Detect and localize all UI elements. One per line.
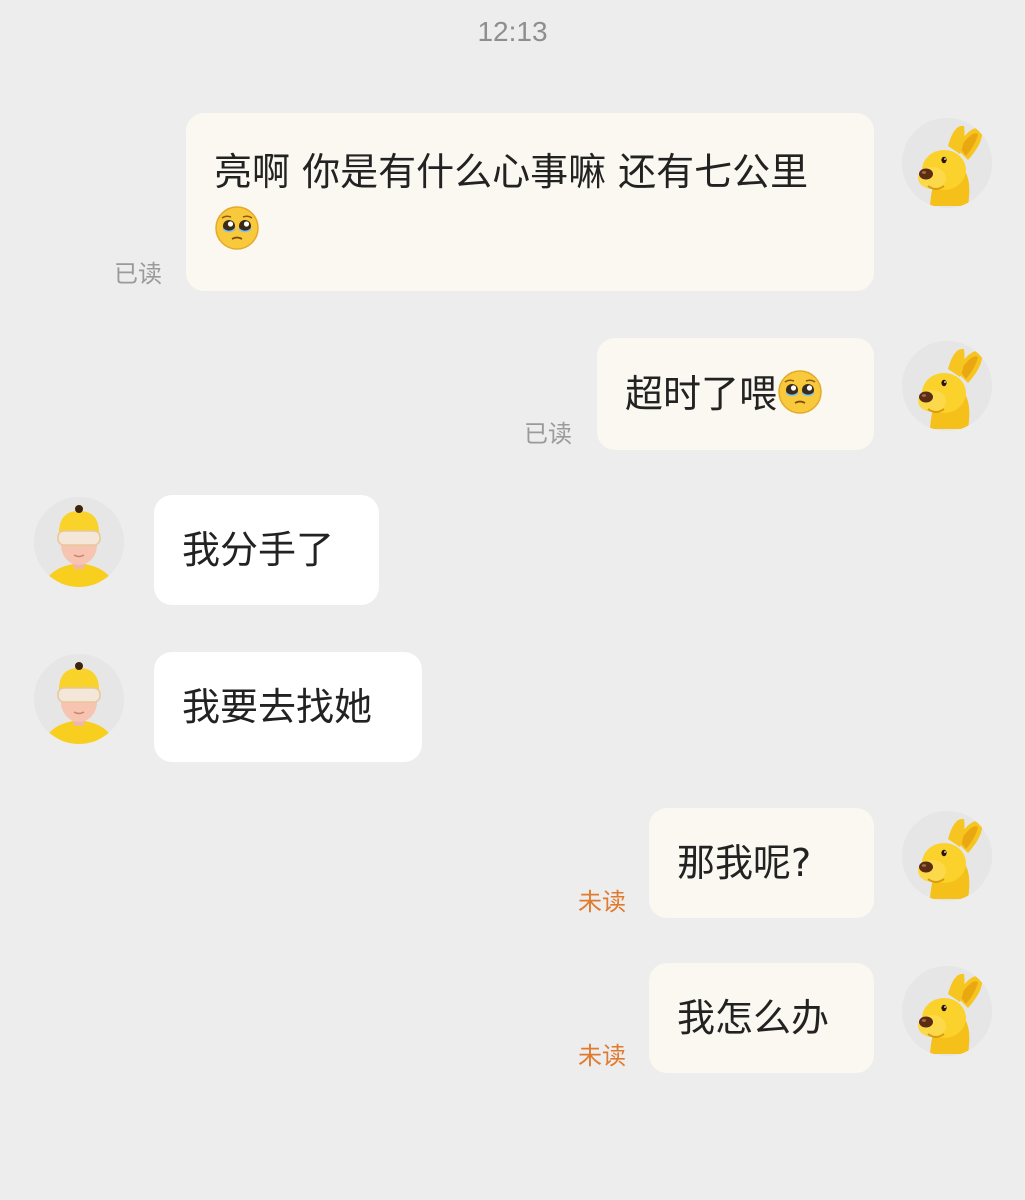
message-text: 我分手了 xyxy=(182,528,335,572)
self-avatar-dog-icon[interactable] xyxy=(902,966,992,1056)
message-text: 我要去找她 xyxy=(182,685,373,729)
message-bubble[interactable]: 亮啊 你是有什么心事嘛 还有七公里 xyxy=(186,113,874,291)
read-status: 已读 xyxy=(114,260,162,288)
message-timestamp: 12:13 xyxy=(477,16,548,47)
message-bubble[interactable]: 我分手了 xyxy=(154,495,379,605)
message-bubble[interactable]: 那我呢? xyxy=(649,808,874,918)
unread-status: 未读 xyxy=(578,1042,626,1070)
message-text: 亮啊 你是有什么心事嘛 还有七公里 xyxy=(214,150,809,194)
message-text: 那我呢? xyxy=(677,841,812,885)
self-avatar-dog-icon[interactable] xyxy=(902,811,992,901)
peer-avatar-courier-icon[interactable] xyxy=(34,497,124,587)
self-avatar-dog-icon[interactable] xyxy=(902,341,992,431)
self-avatar-dog-icon[interactable] xyxy=(902,118,992,208)
pleading-face-emoji xyxy=(777,369,823,415)
message-bubble[interactable]: 我要去找她 xyxy=(154,652,422,762)
message-text: 我怎么办 xyxy=(677,996,830,1040)
pleading-face-emoji xyxy=(214,205,260,251)
peer-avatar-courier-icon[interactable] xyxy=(34,654,124,744)
unread-status: 未读 xyxy=(578,888,626,916)
message-bubble[interactable]: 我怎么办 xyxy=(649,963,874,1073)
read-status: 已读 xyxy=(524,420,572,448)
message-text: 超时了喂 xyxy=(625,372,778,416)
message-bubble[interactable]: 超时了喂 xyxy=(597,338,874,450)
